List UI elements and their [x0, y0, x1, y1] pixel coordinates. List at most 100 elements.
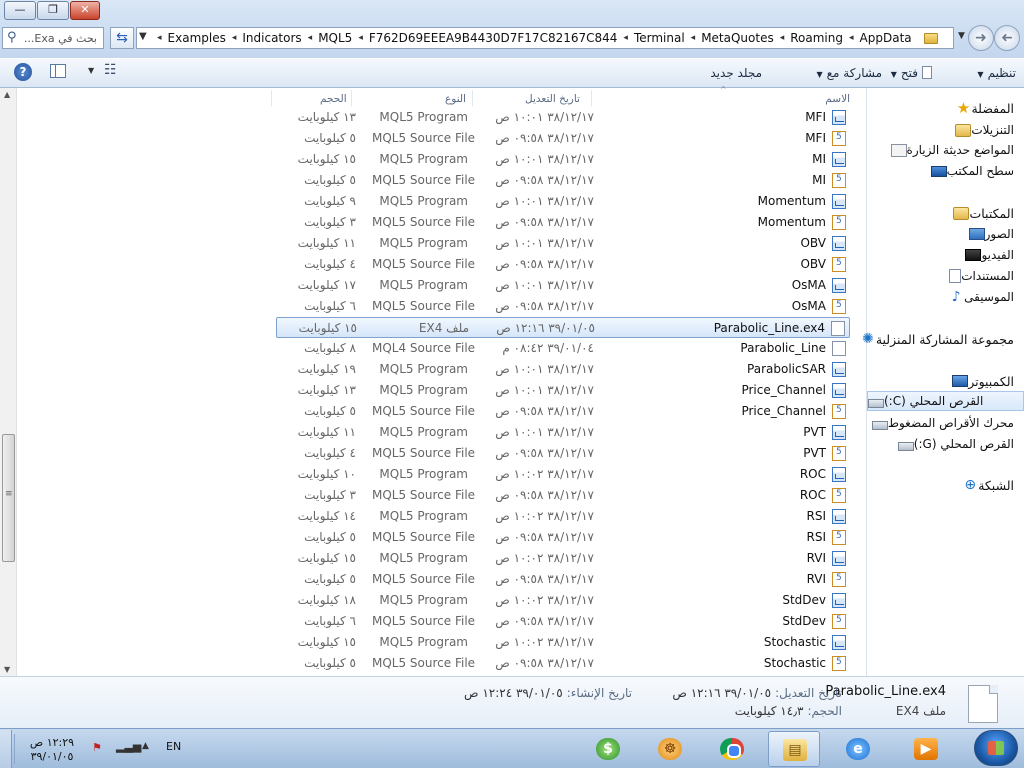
- file-row[interactable]: OsMA ٣٨/١٢/١٧ ٠٩:٥٨ ص MQL5 Source File ٦ كي…: [276, 296, 850, 317]
- nav-documents[interactable]: المستندات: [949, 266, 1018, 286]
- recent-pages-dropdown[interactable]: ▼: [958, 31, 965, 41]
- column-header-name[interactable]: الاسم: [825, 93, 850, 105]
- documents-icon: [949, 269, 962, 283]
- taskbar-windows-explorer[interactable]: ▤: [768, 731, 820, 767]
- input-language[interactable]: EN: [166, 740, 181, 753]
- taskbar-media-player[interactable]: ▶: [900, 731, 952, 767]
- file-row[interactable]: OBV ٣٨/١٢/١٧ ٠٩:٥٨ ص MQL5 Source File ٤ كيل…: [276, 254, 850, 275]
- file-row[interactable]: MFI ٣٨/١٢/١٧ ٠٩:٥٨ ص MQL5 Source File ٥ كيل…: [276, 128, 850, 149]
- file-row[interactable]: Price_Channel ٣٨/١٢/١٧ ٠٩:٥٨ ص MQL5 Source…: [276, 401, 850, 422]
- column-divider[interactable]: [472, 90, 473, 106]
- file-row[interactable]: MFI ٣٨/١٢/١٧ ١٠:٠١ ص MQL5 Program ١٣ كيلوبا…: [276, 107, 850, 128]
- file-row[interactable]: Parabolic_Line.ex4 ٣٩/٠١/٠٥ ١٢:١٦ ص ملف EX…: [276, 317, 850, 338]
- nav-drive-g[interactable]: القرص المحلي (G:): [897, 434, 1018, 454]
- file-row[interactable]: OBV ٣٨/١٢/١٧ ١٠:٠١ ص MQL5 Program ١١ كيلوبا…: [276, 233, 850, 254]
- column-divider[interactable]: [351, 90, 352, 106]
- nav-videos[interactable]: الفيديو: [965, 245, 1018, 265]
- change-view-icon[interactable]: ☷: [104, 62, 117, 78]
- file-row[interactable]: PVT ٣٨/١٢/١٧ ٠٩:٥٨ ص MQL5 Source File ٤ كيل…: [276, 443, 850, 464]
- file-row[interactable]: RSI ٣٨/١٢/١٧ ٠٩:٥٨ ص MQL5 Source File ٥ كيل…: [276, 527, 850, 548]
- file-row[interactable]: Stochastic ٣٨/١٢/١٧ ٠٩:٥٨ ص MQL5 Source Fi…: [276, 653, 850, 674]
- file-row[interactable]: RVI ٣٨/١٢/١٧ ٠٩:٥٨ ص MQL5 Source File ٥ كيل…: [276, 569, 850, 590]
- taskbar-chrome[interactable]: [706, 731, 758, 767]
- file-size: ٨ كيلوبايت: [304, 341, 356, 355]
- breadcrumb-item[interactable]: MQL5: [312, 31, 358, 45]
- refresh-button[interactable]: ⇆: [110, 27, 134, 49]
- file-row[interactable]: Momentum ٣٨/١٢/١٧ ١٠:٠١ ص MQL5 Program ٩ كي…: [276, 191, 850, 212]
- nav-drive-c[interactable]: القرص المحلي (C:): [867, 391, 1024, 411]
- nav-desktop[interactable]: سطح المكتب: [930, 161, 1018, 181]
- preview-pane-icon[interactable]: [50, 64, 66, 78]
- network-signal-icon[interactable]: ▂▃▅: [116, 740, 141, 753]
- action-center-flag-icon[interactable]: ⚑: [92, 741, 102, 754]
- file-row[interactable]: ParabolicSAR ٣٨/١٢/١٧ ١٠:٠١ ص MQL5 Program…: [276, 359, 850, 380]
- scroll-down-icon[interactable]: ▼: [4, 665, 10, 674]
- program-file-icon: [832, 551, 846, 566]
- nav-homegroup[interactable]: ✺ مجموعة المشاركة المنزلية: [860, 329, 1018, 349]
- nav-computer[interactable]: الكمبيوتر: [952, 371, 1018, 391]
- new-folder-button[interactable]: مجلد جديد: [710, 66, 762, 80]
- clock[interactable]: ١٢:٢٩ ص ٣٩/٠١/٠٥: [22, 736, 82, 764]
- address-history-dropdown[interactable]: ▼: [139, 31, 147, 42]
- taskbar-internet-explorer[interactable]: e: [832, 731, 884, 767]
- file-row[interactable]: Price_Channel ٣٨/١٢/١٧ ١٠:٠١ ص MQL5 Progra…: [276, 380, 850, 401]
- file-row[interactable]: Momentum ٣٨/١٢/١٧ ٠٩:٥٨ ص MQL5 Source File…: [276, 212, 850, 233]
- breadcrumb-item[interactable]: Examples: [162, 31, 232, 45]
- nav-label: سطح المكتب: [946, 164, 1014, 178]
- breadcrumb-item[interactable]: F762D69EEEA9B4430D7F17C82167C844: [363, 31, 624, 45]
- file-row[interactable]: RVI ٣٨/١٢/١٧ ١٠:٠٢ ص MQL5 Program ١٥ كيلوبا…: [276, 548, 850, 569]
- breadcrumb-item[interactable]: Indicators: [236, 31, 307, 45]
- file-name: StdDev: [782, 614, 826, 628]
- column-header-type[interactable]: النوع: [445, 93, 466, 105]
- nav-favorites[interactable]: ★ المفضلة: [955, 98, 1018, 118]
- view-options-dropdown[interactable]: ▼: [88, 66, 94, 75]
- source-file-icon: [832, 404, 846, 419]
- nav-compressed-drive[interactable]: محرك الأقراص المضغوط: [871, 413, 1018, 433]
- address-field[interactable]: ▼ AppData ◂ Roaming ◂ MetaQuotes ◂ Terminal ◂ F7…: [136, 27, 954, 49]
- open-button[interactable]: فتح▼: [891, 66, 932, 80]
- breadcrumb-item[interactable]: Roaming: [784, 31, 849, 45]
- file-row[interactable]: Parabolic_Line ٣٩/٠١/٠٤ ٠٨:٤٢ م MQL4 Sourc…: [276, 338, 850, 359]
- column-header-size[interactable]: الحجم: [320, 93, 347, 105]
- column-divider[interactable]: [271, 90, 272, 106]
- file-row[interactable]: ROC ٣٨/١٢/١٧ ٠٩:٥٨ ص MQL5 Source File ٣ كيل…: [276, 485, 850, 506]
- start-button[interactable]: [974, 730, 1018, 766]
- scrollbar-thumb[interactable]: [2, 434, 15, 562]
- nav-recent-places[interactable]: المواضع حديثة الزيارة: [890, 140, 1018, 160]
- taskbar-app-helm[interactable]: ☸: [644, 731, 696, 767]
- breadcrumb-item[interactable]: AppData: [854, 31, 918, 45]
- column-divider[interactable]: [591, 90, 592, 106]
- nav-network[interactable]: ⊕ الشبكة: [962, 475, 1018, 495]
- help-icon[interactable]: ?: [14, 63, 32, 81]
- restore-button[interactable]: ❐: [37, 1, 69, 20]
- share-with-button[interactable]: مشاركة مع▼: [816, 66, 882, 80]
- nav-music[interactable]: ♪ الموسيقى: [948, 287, 1018, 307]
- file-row[interactable]: PVT ٣٨/١٢/١٧ ١٠:٠١ ص MQL5 Program ١١ كيلوبا…: [276, 422, 850, 443]
- file-row[interactable]: MI ٣٨/١٢/١٧ ٠٩:٥٨ ص MQL5 Source File ٥ كيلو…: [276, 170, 850, 191]
- file-row[interactable]: StdDev ٣٨/١٢/١٧ ٠٩:٥٨ ص MQL5 Source File ٦ …: [276, 611, 850, 632]
- file-row[interactable]: StdDev ٣٨/١٢/١٧ ١٠:٠٢ ص MQL5 Program ١٨ كيل…: [276, 590, 850, 611]
- column-header-date[interactable]: تاريخ التعديل: [525, 93, 580, 105]
- breadcrumb-item[interactable]: MetaQuotes: [695, 31, 780, 45]
- nav-downloads[interactable]: التنزيلات: [955, 120, 1018, 140]
- show-desktop-button[interactable]: [0, 730, 12, 768]
- minimize-button[interactable]: —: [4, 1, 36, 20]
- file-row[interactable]: ROC ٣٨/١٢/١٧ ١٠:٠٢ ص MQL5 Program ١٠ كيلوبا…: [276, 464, 850, 485]
- vertical-scrollbar[interactable]: ▲ ▼: [0, 88, 17, 676]
- organize-button[interactable]: تنظيم▼: [977, 66, 1016, 80]
- back-button[interactable]: ➜: [994, 25, 1020, 51]
- file-row[interactable]: MI ٣٨/١٢/١٧ ١٠:٠١ ص MQL5 Program ١٥ كيلوباي…: [276, 149, 850, 170]
- close-button[interactable]: ✕: [70, 1, 100, 20]
- search-input[interactable]: ⚲ بحث في Exa...: [2, 27, 104, 49]
- breadcrumb-item[interactable]: Terminal: [628, 31, 691, 45]
- nav-pictures[interactable]: الصور: [968, 224, 1018, 244]
- taskbar-metatrader[interactable]: $: [582, 731, 634, 767]
- file-row[interactable]: RSI ٣٨/١٢/١٧ ١٠:٠٢ ص MQL5 Program ١٤ كيلوبا…: [276, 506, 850, 527]
- file-row[interactable]: OsMA ٣٨/١٢/١٧ ١٠:٠١ ص MQL5 Program ١٧ كيلوب…: [276, 275, 850, 296]
- forward-button[interactable]: ➜: [968, 25, 994, 51]
- search-placeholder: بحث في Exa...: [23, 32, 97, 45]
- show-hidden-icons-icon[interactable]: ▲: [142, 741, 149, 751]
- file-row[interactable]: Stochastic ٣٨/١٢/١٧ ١٠:٠٢ ص MQL5 Program ١٥…: [276, 632, 850, 653]
- nav-libraries[interactable]: المكتبات: [953, 203, 1018, 223]
- scroll-up-icon[interactable]: ▲: [4, 90, 10, 99]
